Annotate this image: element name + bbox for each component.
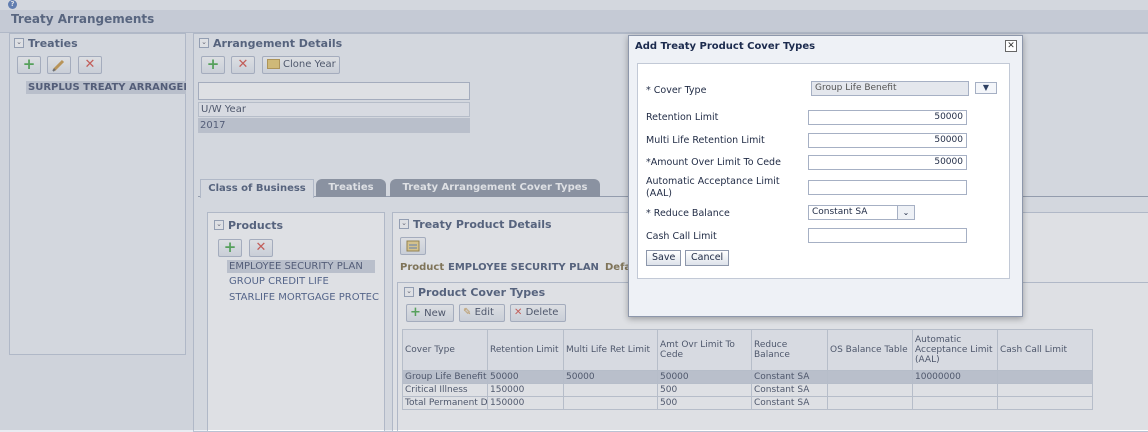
multi-life-retention-label: Multi Life Retention Limit	[646, 135, 765, 146]
cover-type-label: * Cover Type	[646, 85, 707, 96]
chevron-down-icon: ⌄	[897, 206, 914, 219]
cash-call-limit-label: Cash Call Limit	[646, 231, 717, 242]
amount-over-limit-label: *Amount Over Limit To Cede	[646, 157, 781, 168]
chevron-down-icon[interactable]: ▼	[975, 82, 997, 94]
dialog-title: Add Treaty Product Cover Types	[635, 41, 816, 52]
reduce-balance-label: * Reduce Balance	[646, 208, 730, 219]
cancel-button[interactable]: Cancel	[685, 250, 730, 266]
amount-over-limit-field[interactable]: 50000	[808, 155, 967, 170]
aal-field[interactable]	[808, 180, 967, 195]
reduce-balance-select[interactable]: Constant SA ⌄	[808, 205, 915, 220]
add-cover-type-dialog: Add Treaty Product Cover Types ✕ * Cover…	[628, 35, 1023, 317]
reduce-balance-value: Constant SA	[812, 207, 868, 217]
retention-limit-field[interactable]: 50000	[808, 110, 967, 125]
save-button[interactable]: Save	[646, 250, 682, 266]
retention-limit-label: Retention Limit	[646, 112, 719, 123]
multi-life-retention-field[interactable]: 50000	[808, 133, 967, 148]
dialog-form: * Cover Type Group Life Benefit ▼ Retent…	[637, 63, 1010, 279]
cover-type-value: Group Life Benefit	[815, 83, 897, 93]
cover-type-select[interactable]: Group Life Benefit	[811, 81, 969, 96]
close-icon[interactable]: ✕	[1005, 40, 1017, 52]
aal-label: Automatic Acceptance Limit (AAL)	[646, 176, 780, 200]
cash-call-limit-field[interactable]	[808, 228, 967, 243]
aal-label-line1: Automatic Acceptance Limit	[646, 176, 780, 187]
aal-label-line2: (AAL)	[646, 188, 672, 199]
